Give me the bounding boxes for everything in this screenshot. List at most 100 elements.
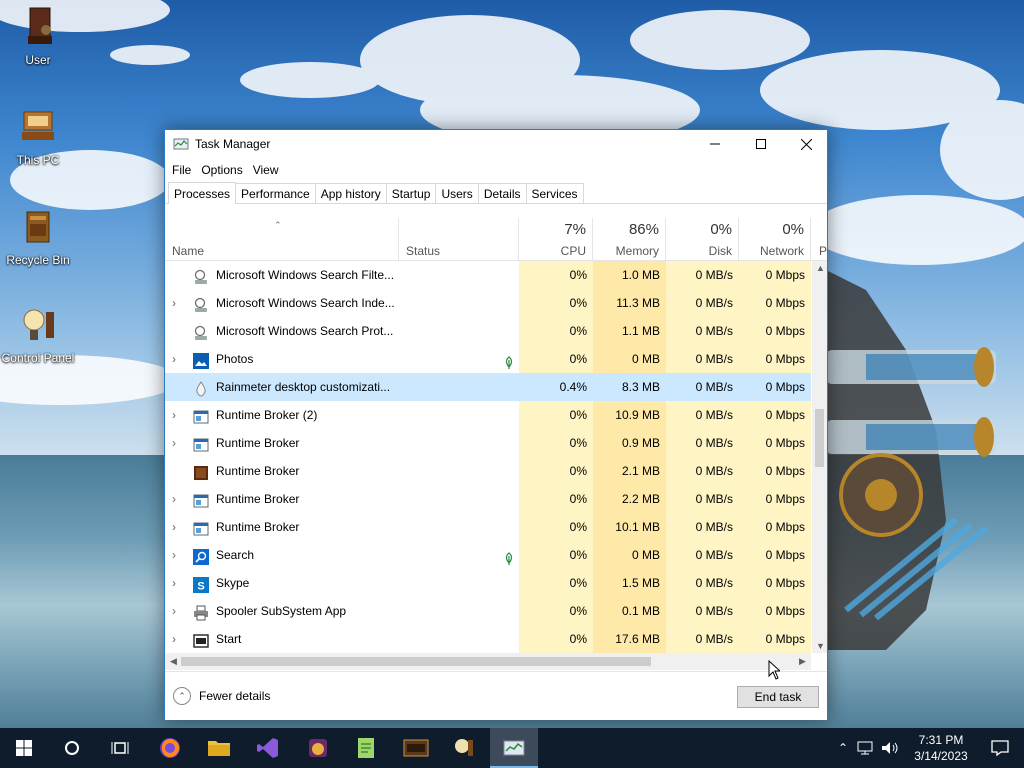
- desktop-icon-user[interactable]: User: [0, 6, 76, 67]
- horizontal-scroll-thumb[interactable]: [181, 657, 651, 666]
- expand-chevron-icon[interactable]: ›: [172, 485, 182, 513]
- task-view-button[interactable]: [96, 728, 144, 768]
- network-icon[interactable]: [856, 740, 876, 756]
- skype-icon: S: [193, 575, 209, 593]
- column-disk[interactable]: 0% Disk: [666, 218, 739, 261]
- process-network: 0 Mbps: [739, 625, 811, 653]
- taskbar-clock-app[interactable]: [392, 728, 440, 768]
- process-row[interactable]: › Runtime Broker (2) 0% 10.9 MB 0 MB/s 0 Mbps: [165, 401, 811, 429]
- expand-chevron-icon[interactable]: ›: [172, 597, 182, 625]
- column-network[interactable]: 0% Network: [739, 218, 811, 261]
- scroll-left-icon[interactable]: ◀: [170, 656, 177, 667]
- process-name: Photos: [216, 352, 254, 366]
- desktop-icon-label: Control Panel: [1, 351, 75, 365]
- system-clock[interactable]: 7:31 PM 3/14/2023: [906, 732, 976, 764]
- process-row[interactable]: › Photos 0% 0 MB 0 MB/s 0 Mbps: [165, 345, 811, 373]
- search-button[interactable]: [48, 728, 96, 768]
- search-service-icon: [193, 267, 209, 284]
- menu-file[interactable]: File: [167, 163, 196, 177]
- tab-startup[interactable]: Startup: [385, 183, 437, 203]
- computer-icon: [22, 111, 54, 140]
- process-disk: 0 MB/s: [666, 485, 739, 513]
- process-row[interactable]: › Search 0% 0 MB 0 MB/s 0 Mbps: [165, 541, 811, 569]
- process-disk: 0 MB/s: [666, 541, 739, 569]
- minimize-button[interactable]: [692, 130, 738, 158]
- desktop-icon-this-pc[interactable]: This PC: [0, 106, 76, 167]
- taskbar-task-manager[interactable]: [490, 728, 538, 768]
- horizontal-scrollbar[interactable]: ◀ ▶: [165, 653, 811, 670]
- process-row[interactable]: Microsoft Windows Search Prot... 0% 1.1 MB…: [165, 317, 811, 345]
- folder-icon: [208, 741, 230, 756]
- start-button[interactable]: [0, 728, 48, 768]
- desktop-icon-label: This PC: [16, 153, 60, 167]
- taskbar-notepad[interactable]: [342, 728, 390, 768]
- fewer-details-button[interactable]: ⌃ Fewer details: [173, 687, 270, 705]
- volume-icon[interactable]: [880, 740, 900, 756]
- column-name[interactable]: ⌃ Name: [165, 218, 399, 261]
- control-panel-icon: [455, 739, 473, 756]
- taskbar-control-panel[interactable]: [440, 728, 488, 768]
- expand-chevron-icon[interactable]: ›: [172, 401, 182, 429]
- taskbar-app-character[interactable]: [294, 728, 342, 768]
- expand-chevron-icon[interactable]: ›: [172, 345, 182, 373]
- maximize-icon: [756, 139, 766, 149]
- process-row[interactable]: › S Skype 0% 1.5 MB 0 MB/s 0 Mbps: [165, 569, 811, 597]
- process-row[interactable]: › Runtime Broker 0% 0.9 MB 0 MB/s 0 Mbps: [165, 429, 811, 457]
- taskbar-firefox[interactable]: [146, 728, 194, 768]
- expand-chevron-icon[interactable]: ›: [172, 513, 182, 541]
- tab-app-history[interactable]: App history: [314, 183, 387, 203]
- tab-processes[interactable]: Processes: [168, 182, 237, 204]
- desktop-icon-recycle-bin[interactable]: Recycle Bin: [0, 206, 76, 267]
- process-name: Skype: [216, 576, 250, 590]
- expand-chevron-icon[interactable]: ›: [172, 429, 182, 457]
- user-folder-icon: [28, 7, 52, 44]
- expand-chevron-icon[interactable]: ›: [172, 625, 182, 653]
- tab-users[interactable]: Users: [435, 183, 479, 203]
- menu-options[interactable]: Options: [196, 163, 247, 177]
- process-row[interactable]: › Runtime Broker 0% 2.2 MB 0 MB/s 0 Mbps: [165, 485, 811, 513]
- column-cpu[interactable]: 7% CPU: [519, 218, 593, 261]
- process-network: 0 Mbps: [739, 597, 811, 625]
- taskbar-visual-studio[interactable]: [244, 728, 292, 768]
- show-hidden-icons-chevron-icon[interactable]: ⌃: [832, 741, 854, 755]
- scroll-up-icon[interactable]: ▲: [816, 263, 825, 273]
- taskbar-file-explorer[interactable]: [195, 728, 243, 768]
- expand-chevron-icon[interactable]: ›: [172, 569, 182, 597]
- process-row[interactable]: › Start 0% 17.6 MB 0 MB/s 0 Mbps: [165, 625, 811, 653]
- process-row[interactable]: Runtime Broker 0% 2.1 MB 0 MB/s 0 Mbps: [165, 457, 811, 485]
- close-button[interactable]: [783, 130, 829, 158]
- broker-icon: [193, 407, 209, 424]
- tab-performance[interactable]: Performance: [235, 183, 316, 203]
- system-tray: ⌃ 7:31 PM 3/14/2023: [832, 728, 1024, 768]
- maximize-button[interactable]: [738, 130, 784, 158]
- mouse-cursor-icon: [768, 660, 780, 680]
- column-power[interactable]: P: [811, 218, 827, 261]
- tab-services[interactable]: Services: [525, 183, 584, 203]
- menu-bar: File Options View: [165, 158, 827, 182]
- process-row[interactable]: › Runtime Broker 0% 10.1 MB 0 MB/s 0 Mbps: [165, 513, 811, 541]
- process-memory: 2.1 MB: [593, 457, 666, 485]
- process-row[interactable]: Rainmeter desktop customizati... 0.4% 8.3 …: [165, 373, 811, 401]
- column-status[interactable]: Status: [399, 218, 519, 261]
- process-name: Runtime Broker: [216, 464, 300, 478]
- title-bar[interactable]: Task Manager: [165, 130, 827, 158]
- expand-chevron-icon[interactable]: ›: [172, 289, 182, 317]
- vertical-scrollbar[interactable]: ▲ ▼: [812, 261, 827, 653]
- desktop-icon-control-panel[interactable]: Control Panel: [0, 304, 76, 365]
- tab-details[interactable]: Details: [477, 183, 527, 203]
- process-disk: 0 MB/s: [666, 289, 739, 317]
- process-cpu: 0.4%: [519, 373, 593, 401]
- menu-view[interactable]: View: [248, 163, 284, 177]
- end-task-button[interactable]: End task: [737, 686, 819, 708]
- vertical-scroll-thumb[interactable]: [815, 409, 824, 467]
- process-row[interactable]: Microsoft Windows Search Filte... 0% 1.0 M…: [165, 261, 811, 289]
- scroll-right-icon[interactable]: ▶: [799, 656, 806, 667]
- sort-ascending-icon: ⌃: [274, 220, 282, 230]
- scroll-down-icon[interactable]: ▼: [816, 641, 825, 651]
- expand-chevron-icon[interactable]: ›: [172, 541, 182, 569]
- process-row[interactable]: › Microsoft Windows Search Inde... 0% 11.3 …: [165, 289, 811, 317]
- column-memory[interactable]: 86% Memory: [593, 218, 666, 261]
- process-row[interactable]: › Spooler SubSystem App 0% 0.1 MB 0 MB/s 0 Mb…: [165, 597, 811, 625]
- process-network: 0 Mbps: [739, 289, 811, 317]
- action-center-button[interactable]: [976, 728, 1024, 768]
